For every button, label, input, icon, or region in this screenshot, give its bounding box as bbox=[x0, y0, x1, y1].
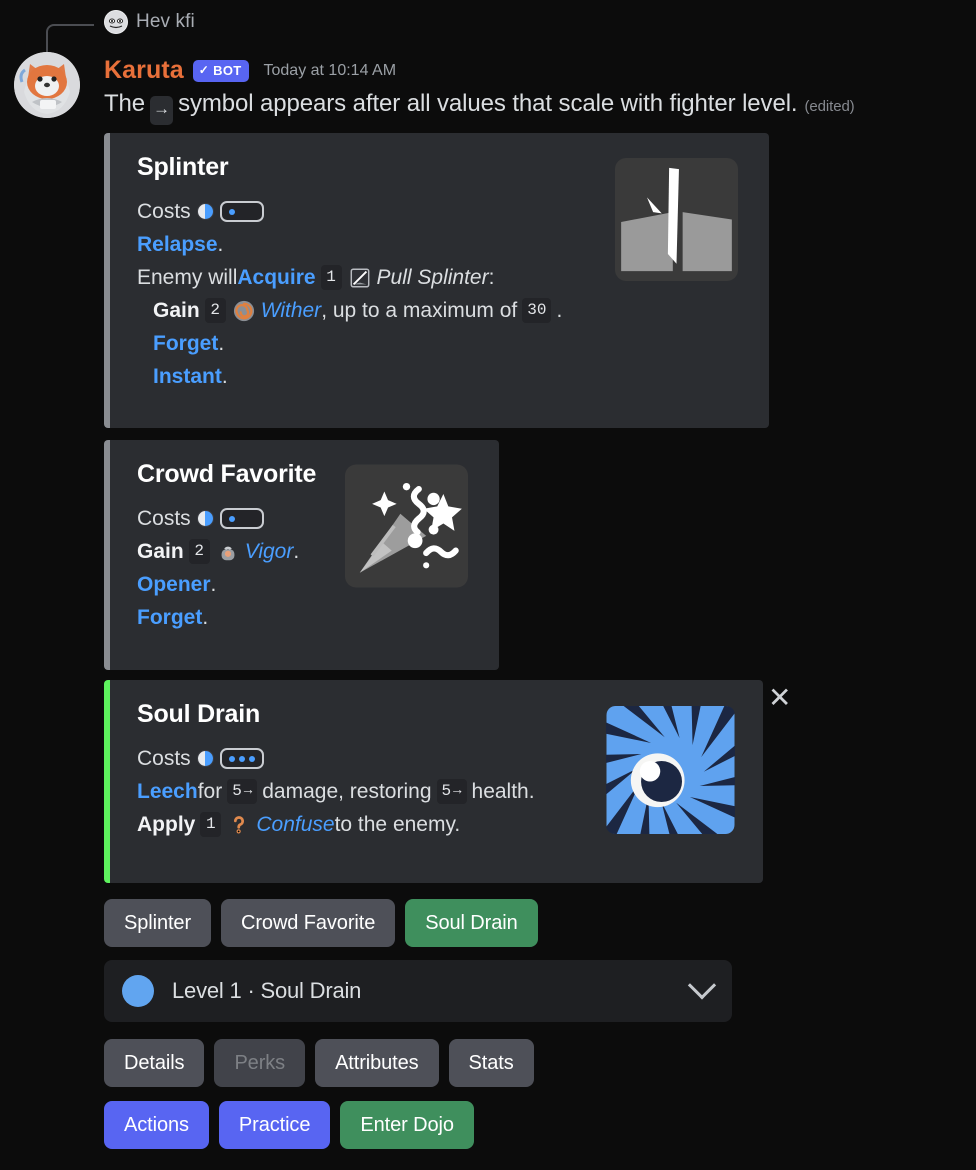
action-button-actions[interactable]: Actions bbox=[104, 1101, 209, 1149]
cost-pip bbox=[228, 755, 235, 762]
value-chip: 1 bbox=[200, 812, 222, 837]
cost-pip bbox=[248, 755, 255, 762]
pull-splinter-icon bbox=[350, 268, 369, 287]
keyword: Instant bbox=[153, 365, 222, 388]
tab-button-stats[interactable]: Stats bbox=[448, 1039, 534, 1087]
fox-avatar-icon bbox=[14, 52, 80, 118]
value-chip: 2 bbox=[204, 298, 226, 323]
body-text: , up to a maximum of bbox=[321, 299, 518, 322]
body-text: for bbox=[197, 780, 223, 803]
tab-button-perks: Perks bbox=[214, 1039, 306, 1087]
energy-orb-icon bbox=[196, 510, 214, 527]
cost-label: Costs bbox=[137, 200, 191, 223]
body-text: . bbox=[210, 573, 217, 596]
tab-button-row: Details Perks Attributes Stats bbox=[104, 1039, 534, 1087]
card-button-splinter[interactable]: Splinter bbox=[104, 899, 212, 947]
select-orb-icon bbox=[122, 975, 154, 1007]
embed-line: Forget. bbox=[137, 601, 479, 634]
author-name[interactable]: Karuta bbox=[104, 56, 184, 85]
value-chip: 1 bbox=[320, 265, 342, 290]
keyword: Opener bbox=[137, 573, 211, 596]
edited-marker: (edited) bbox=[804, 98, 855, 115]
cost-label: Costs bbox=[137, 747, 191, 770]
action-button-practice[interactable]: Practice bbox=[218, 1101, 331, 1149]
body-text: . bbox=[217, 233, 224, 256]
body-text: . bbox=[556, 299, 563, 322]
chevron-down-icon[interactable] bbox=[687, 971, 717, 1000]
reply-avatar[interactable] bbox=[104, 10, 128, 34]
energy-orb-icon bbox=[196, 750, 214, 767]
cost-pill bbox=[219, 508, 264, 529]
cracked-ground-icon bbox=[615, 158, 738, 281]
body-text: : bbox=[488, 266, 495, 289]
embed-thumbnail[interactable] bbox=[606, 706, 735, 834]
status-keyword: Confuse bbox=[256, 813, 335, 836]
verified-check-icon: ✓ bbox=[198, 63, 210, 77]
message-timestamp: Today at 10:14 AM bbox=[263, 61, 397, 79]
bold-text: Apply bbox=[137, 813, 196, 836]
scale-arrow-chip: → bbox=[150, 96, 174, 125]
discord-message-view: Hev kfi Karuta ✓ BOT Today at 10:14 AM T… bbox=[0, 0, 976, 1170]
status-keyword: Wither bbox=[260, 299, 322, 322]
bold-text: Gain bbox=[153, 299, 200, 322]
energy-orb-icon bbox=[196, 203, 214, 220]
cost-pill bbox=[219, 748, 264, 769]
avatar[interactable] bbox=[14, 52, 80, 118]
cost-pip bbox=[238, 755, 245, 762]
bold-text: Gain bbox=[137, 540, 184, 563]
italic-text: Pull Splinter bbox=[376, 266, 489, 289]
embed-line: Forget. bbox=[137, 327, 749, 360]
wither-icon bbox=[233, 300, 254, 321]
message-text: The → symbol appears after all values th… bbox=[104, 90, 855, 125]
message-text-before: The bbox=[104, 90, 146, 117]
bot-badge: ✓ BOT bbox=[192, 59, 249, 82]
message-author-row: Karuta ✓ BOT Today at 10:14 AM bbox=[104, 56, 396, 85]
body-text: damage, restoring bbox=[262, 780, 432, 803]
reply-spine bbox=[46, 24, 94, 56]
body-text: . bbox=[221, 365, 228, 388]
cost-pip bbox=[228, 208, 235, 215]
card-button-row: Splinter Crowd Favorite Soul Drain bbox=[104, 899, 538, 947]
select-label: Level 1 · Soul Drain bbox=[172, 978, 362, 1003]
cost-pill bbox=[219, 201, 264, 222]
action-button-enter-dojo[interactable]: Enter Dojo bbox=[340, 1101, 474, 1149]
embed-thumbnail[interactable] bbox=[613, 158, 740, 281]
value-chip: 2 bbox=[188, 539, 210, 564]
body-text: . bbox=[218, 332, 225, 355]
cost-label: Costs bbox=[137, 507, 191, 530]
embed-line: Instant. bbox=[137, 360, 749, 393]
bot-badge-label: BOT bbox=[213, 62, 242, 78]
body-text: to the enemy. bbox=[334, 813, 461, 836]
tab-button-attributes[interactable]: Attributes bbox=[315, 1039, 439, 1087]
keyword: Acquire bbox=[237, 266, 316, 289]
hypnotic-eye-icon bbox=[606, 706, 735, 834]
keyword: Relapse bbox=[137, 233, 218, 256]
message-text-after: symbol appears after all values that sca… bbox=[178, 90, 798, 117]
body-text: health. bbox=[471, 780, 535, 803]
keyword: Forget bbox=[153, 332, 219, 355]
cost-pip bbox=[228, 515, 235, 522]
party-popper-icon bbox=[345, 464, 468, 588]
keyword: Forget bbox=[137, 606, 203, 629]
level-select[interactable]: Level 1 · Soul Drain bbox=[104, 960, 732, 1022]
value-chip: 30 bbox=[522, 298, 552, 323]
tab-button-details[interactable]: Details bbox=[104, 1039, 205, 1087]
vigor-icon bbox=[221, 546, 235, 560]
embed-line: Gain 2 Wither, up to a maximum of 30. bbox=[137, 294, 749, 327]
card-button-crowd-favorite[interactable]: Crowd Favorite bbox=[221, 899, 396, 947]
keyword: Leech bbox=[137, 780, 198, 803]
close-icon[interactable]: ✕ bbox=[768, 684, 791, 712]
card-button-soul-drain[interactable]: Soul Drain bbox=[405, 899, 538, 947]
user-avatar-small-icon bbox=[104, 10, 128, 34]
scaling-value-chip: 5 bbox=[227, 779, 258, 804]
body-text: Enemy will bbox=[137, 266, 238, 289]
action-button-row: Actions Practice Enter Dojo bbox=[104, 1101, 474, 1149]
scaling-value-chip: 5 bbox=[436, 779, 467, 804]
status-keyword: Vigor bbox=[244, 540, 294, 563]
confuse-icon bbox=[234, 815, 245, 834]
body-text: . bbox=[293, 540, 300, 563]
reply-author-name[interactable]: Hev kfi bbox=[136, 11, 195, 33]
body-text: . bbox=[202, 606, 209, 629]
embed-thumbnail[interactable] bbox=[345, 463, 468, 589]
